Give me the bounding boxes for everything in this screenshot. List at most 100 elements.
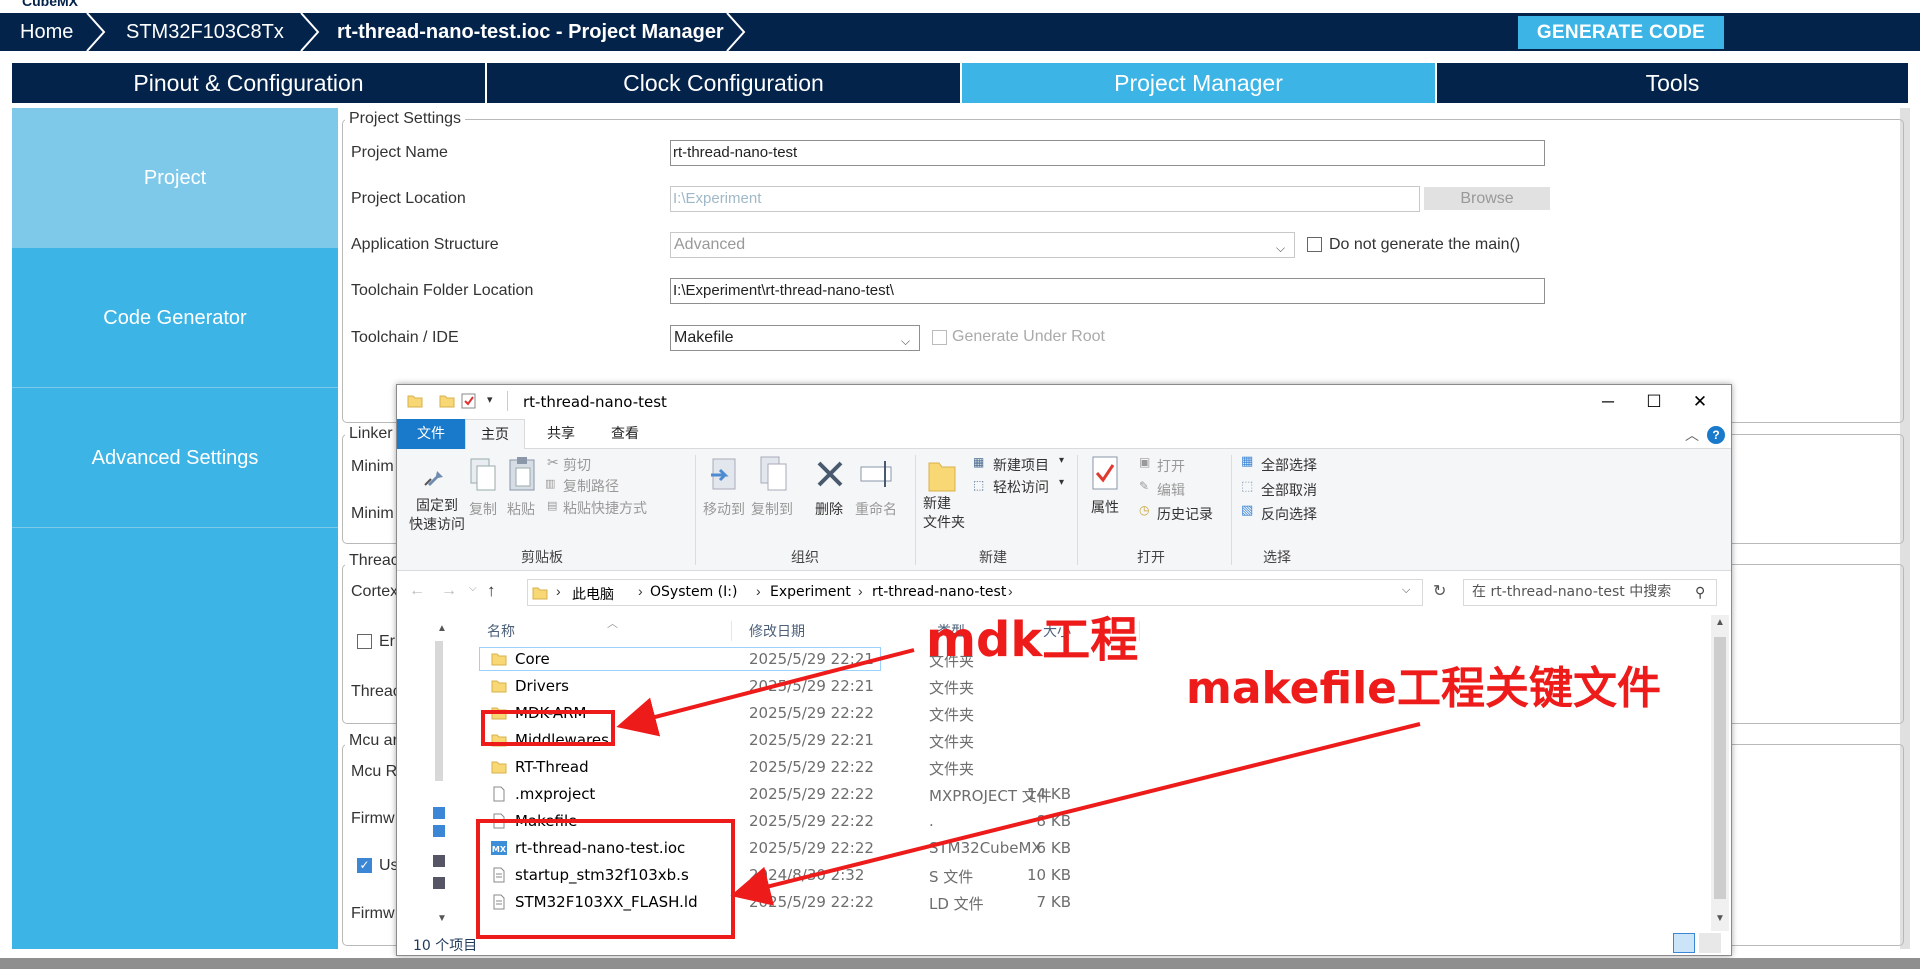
edit-button[interactable]: 编辑 bbox=[1157, 480, 1185, 500]
details-view-icon[interactable] bbox=[1673, 933, 1695, 953]
new-item-button[interactable]: 新建项目 bbox=[993, 455, 1049, 475]
scroll-up-icon[interactable]: ▲ bbox=[1715, 617, 1725, 628]
use-default-checkbox[interactable]: ✓ bbox=[357, 858, 372, 873]
scrollbar-thumb[interactable] bbox=[1714, 637, 1726, 899]
ribbon-tab-file[interactable]: 文件 bbox=[397, 419, 465, 449]
select-all-button[interactable]: 全部选择 bbox=[1261, 455, 1317, 475]
collapse-ribbon-icon[interactable]: ︿ bbox=[1685, 425, 1699, 445]
application-structure-select[interactable]: Advanced ⌵ bbox=[670, 232, 1295, 258]
explorer-titlebar: ▾ rt-thread-nano-test ─ ☐ ✕ bbox=[397, 385, 1731, 419]
file-type: 文件夹 bbox=[929, 733, 975, 751]
delete-button[interactable]: 删除 bbox=[815, 499, 843, 519]
invert-selection-button[interactable]: 反向选择 bbox=[1261, 504, 1317, 524]
file-list-scrollbar[interactable]: ▲ ▼ bbox=[1711, 615, 1729, 931]
large-icons-view-icon[interactable] bbox=[1699, 933, 1721, 953]
label-cortex: Cortex bbox=[351, 583, 399, 600]
open-button[interactable]: 打开 bbox=[1157, 456, 1185, 476]
paste-shortcut-button[interactable]: 粘贴快捷方式 bbox=[563, 498, 647, 518]
file-size: 14 KB bbox=[1027, 785, 1071, 803]
group-open: 打开 bbox=[1137, 550, 1165, 566]
easy-access-button[interactable]: 轻松访问 bbox=[993, 477, 1049, 497]
ribbon-tab-home[interactable]: 主页 bbox=[465, 419, 525, 449]
properties-button[interactable]: 属性 bbox=[1091, 497, 1119, 517]
help-icon[interactable]: ? bbox=[1707, 426, 1725, 444]
breadcrumb-home[interactable]: Home bbox=[20, 13, 73, 51]
toolchain-ide-select[interactable]: Makefile ⌵ bbox=[670, 325, 920, 351]
folder-icon bbox=[491, 680, 507, 693]
tab-clock[interactable]: Clock Configuration bbox=[487, 63, 962, 103]
up-arrow-icon[interactable]: ↑ bbox=[487, 581, 496, 601]
file-name[interactable]: RT-Thread bbox=[515, 758, 589, 776]
no-main-checkbox[interactable] bbox=[1307, 237, 1322, 252]
pin-quick-access-button[interactable]: 固定到 快速访问 bbox=[409, 497, 465, 535]
copy-to-button[interactable]: 复制到 bbox=[751, 499, 793, 519]
scroll-up-icon[interactable]: ▲ bbox=[437, 623, 447, 634]
path-segment[interactable]: OSystem (I:) bbox=[650, 584, 737, 600]
invert-selection-icon: ▧ bbox=[1241, 503, 1254, 518]
recent-dropdown-icon[interactable]: ⌵ bbox=[469, 583, 477, 594]
browse-button[interactable]: Browse bbox=[1424, 187, 1550, 210]
ribbon-tab-share[interactable]: 共享 bbox=[531, 419, 591, 449]
tab-pinout[interactable]: Pinout & Configuration bbox=[12, 63, 487, 103]
file-icon bbox=[493, 786, 505, 802]
copy-path-button[interactable]: 复制路径 bbox=[563, 476, 619, 496]
folder-icon[interactable] bbox=[439, 393, 455, 409]
nav-code-generator[interactable]: Code Generator bbox=[12, 248, 338, 388]
enable-checkbox[interactable] bbox=[357, 634, 372, 649]
annotation-makefile: makefile工程关键文件 bbox=[1186, 663, 1661, 714]
cut-button[interactable]: 剪切 bbox=[563, 455, 591, 475]
nav-advanced-settings[interactable]: Advanced Settings bbox=[12, 388, 338, 528]
column-header-name[interactable]: 名称 bbox=[487, 621, 515, 641]
project-name-input[interactable]: rt-thread-nano-test bbox=[670, 140, 1545, 166]
file-name[interactable]: Core bbox=[515, 650, 550, 668]
file-name[interactable]: .mxproject bbox=[515, 785, 595, 803]
back-arrow-icon[interactable]: ← bbox=[409, 582, 425, 600]
search-icon: ⚲ bbox=[1695, 584, 1706, 600]
maximize-button[interactable]: ☐ bbox=[1631, 387, 1677, 417]
history-button[interactable]: 历史记录 bbox=[1157, 504, 1213, 524]
copy-button[interactable]: 复制 bbox=[469, 499, 497, 519]
project-location-input[interactable]: I:\Experiment bbox=[670, 186, 1420, 212]
ribbon-separator bbox=[1231, 455, 1232, 565]
nav-scrollbar-thumb[interactable] bbox=[435, 641, 443, 781]
new-folder-button[interactable]: 新建 文件夹 bbox=[923, 495, 965, 533]
ribbon-separator bbox=[915, 455, 916, 565]
column-divider bbox=[731, 621, 732, 641]
path-segment[interactable]: 此电脑 bbox=[572, 584, 614, 604]
label-no-main: Do not generate the main() bbox=[1329, 236, 1521, 253]
quick-access-dropdown-icon[interactable]: ▾ bbox=[487, 393, 493, 406]
forward-arrow-icon[interactable]: → bbox=[441, 582, 457, 600]
file-name[interactable]: Drivers bbox=[515, 677, 569, 695]
breadcrumb-mcu[interactable]: STM32F103C8Tx bbox=[126, 13, 284, 51]
path-segment[interactable]: rt-thread-nano-test bbox=[872, 584, 1006, 600]
minimize-button[interactable]: ─ bbox=[1585, 387, 1631, 417]
scroll-down-icon[interactable]: ▼ bbox=[1715, 913, 1725, 924]
scroll-down-icon[interactable]: ▼ bbox=[437, 913, 447, 924]
rename-button[interactable]: 重命名 bbox=[855, 499, 897, 519]
properties-check-icon[interactable] bbox=[461, 393, 477, 409]
select-none-button[interactable]: 全部取消 bbox=[1261, 480, 1317, 500]
item-count: 10 个项目 bbox=[413, 938, 478, 954]
file-date: 2025/5/29 22:22 bbox=[749, 785, 874, 803]
search-input[interactable]: 在 rt-thread-nano-test 中搜索 bbox=[1463, 579, 1717, 606]
refresh-icon[interactable]: ↻ bbox=[1433, 581, 1446, 601]
paste-button[interactable]: 粘贴 bbox=[507, 499, 535, 519]
move-to-button[interactable]: 移动到 bbox=[703, 499, 745, 519]
toolchain-folder-input[interactable]: I:\Experiment\rt-thread-nano-test\ bbox=[670, 278, 1545, 304]
group-title-mcu: Mcu ar bbox=[345, 732, 402, 750]
column-header-date[interactable]: 修改日期 bbox=[749, 621, 805, 641]
top-strip: CubeMX bbox=[0, 0, 1920, 13]
generate-code-button[interactable]: GENERATE CODE bbox=[1518, 16, 1724, 49]
file-date: 2025/5/29 22:22 bbox=[749, 704, 874, 722]
path-segment[interactable]: Experiment bbox=[770, 584, 851, 600]
chevron-right-icon bbox=[86, 13, 106, 51]
nav-project[interactable]: Project bbox=[12, 108, 338, 248]
ribbon-tab-view[interactable]: 查看 bbox=[595, 419, 655, 449]
navigation-pane[interactable]: ▲ ▼ bbox=[397, 615, 467, 931]
tab-project-manager[interactable]: Project Manager bbox=[962, 63, 1437, 103]
tab-tools[interactable]: Tools bbox=[1437, 63, 1908, 103]
breadcrumb-project[interactable]: rt-thread-nano-test.ioc - Project Manage… bbox=[337, 13, 724, 51]
generate-under-root-checkbox[interactable] bbox=[932, 330, 947, 345]
chevron-down-icon[interactable]: ⌵ bbox=[1402, 584, 1410, 597]
close-button[interactable]: ✕ bbox=[1677, 387, 1723, 417]
